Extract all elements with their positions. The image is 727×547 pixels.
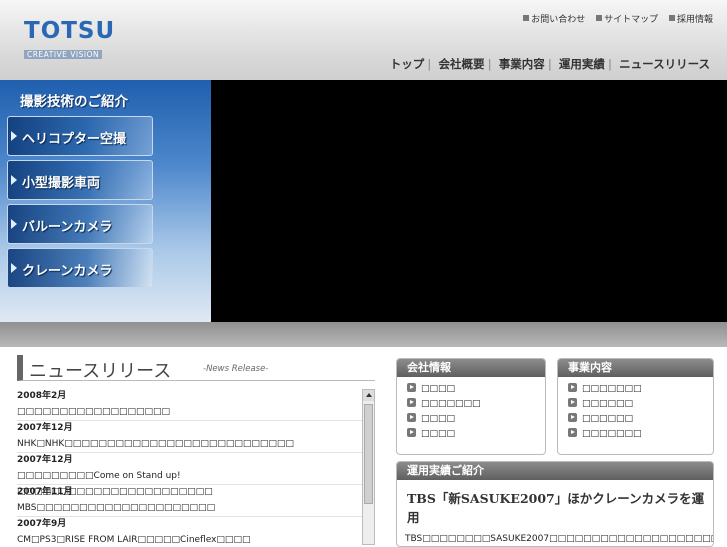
arrow-right-icon [11, 263, 17, 273]
bullet-icon [523, 15, 530, 21]
news-text[interactable]: MBS□□□□□□□□□□□□□□□□□□□□□ [17, 500, 363, 516]
site-header: TOTSU CREATIVE VISION お問い合わせ サイトマップ 採用情報… [0, 0, 727, 80]
news-item[interactable]: 2008年2月 □□□□□□□□□□□□□□□□□□ [17, 389, 363, 421]
business-title: 事業内容 [558, 359, 713, 377]
news-text[interactable]: □□□□□□□□□Come on Stand up!□□□□□□□□□□□□□□… [17, 468, 363, 497]
totsu-logo[interactable]: TOTSU CREATIVE VISION [24, 20, 115, 61]
logo-tagline: CREATIVE VISION [24, 50, 103, 59]
results-box: 運用実績ご紹介 TBS「新SASUKE2007」ほかクレーンカメラを運用 TBS… [396, 461, 714, 547]
hero-area: 撮影技術のご紹介 ヘリコプター空撮 小型撮影車両 バルーンカメラ クレーンカメラ [0, 80, 727, 322]
news-text[interactable]: NHK□NHK□□□□□□□□□□□□□□□□□□□□□□□□□□□ [17, 436, 363, 452]
arrow-right-icon [11, 175, 17, 185]
business-link[interactable]: □□□□□□□ [568, 427, 713, 442]
nav-news[interactable]: ニュースリリース [616, 57, 713, 71]
nav-results[interactable]: 運用実績 [556, 57, 608, 71]
news-text[interactable]: CM□PS3□RISE FROM LAIR□□□□□Cineflex□□□□ [17, 532, 363, 545]
util-link-sitemap[interactable]: サイトマップ [596, 15, 658, 25]
news-item[interactable]: 2007年12月 □□□□□□□□□Come on Stand up!□□□□□□… [17, 453, 363, 497]
arrow-right-icon [568, 413, 577, 422]
company-link[interactable]: □□□□ [407, 412, 545, 427]
nav-company[interactable]: 会社概要 [435, 57, 487, 71]
tech-menu-title: 撮影技術のご紹介 [20, 94, 128, 110]
util-link-recruit[interactable]: 採用情報 [668, 15, 713, 25]
news-heading: ニュースリリース -News Release- [17, 355, 375, 382]
tech-menu-panel: 撮影技術のご紹介 ヘリコプター空撮 小型撮影車両 バルーンカメラ クレーンカメラ [0, 80, 211, 322]
business-link[interactable]: □□□□□□ [568, 397, 713, 412]
global-nav: トップ | 会社概要 | 事業内容 | 運用実績 | ニュースリリース [387, 56, 713, 72]
news-date: 2007年12月 [17, 423, 73, 433]
nav-separator: | [607, 57, 613, 71]
arrow-right-icon [407, 398, 416, 407]
scroll-up-icon[interactable] [363, 390, 374, 401]
company-link[interactable]: □□□□ [407, 427, 545, 442]
company-info-title: 会社情報 [397, 359, 545, 377]
tech-button-crane-camera[interactable]: クレーンカメラ [7, 248, 153, 288]
news-list: 2008年2月 □□□□□□□□□□□□□□□□□□ 2007年12月 NHK□NH… [17, 389, 363, 545]
results-headline[interactable]: TBS「新SASUKE2007」ほかクレーンカメラを運用 [407, 488, 713, 526]
business-link[interactable]: □□□□□□ [568, 412, 713, 427]
logo-wordmark: TOTSU [24, 18, 116, 44]
scroll-thumb[interactable] [364, 404, 373, 504]
arrow-right-icon [407, 428, 416, 437]
arrow-right-icon [11, 219, 17, 229]
video-area[interactable] [211, 80, 727, 322]
arrow-right-icon [568, 428, 577, 437]
arrow-right-icon [568, 383, 577, 392]
news-item[interactable]: 2007年9月 CM□PS3□RISE FROM LAIR□□□□□Cinefle… [17, 517, 363, 545]
tech-button-helicopter[interactable]: ヘリコプター空撮 [7, 116, 153, 156]
news-scrollbar[interactable] [362, 389, 375, 545]
news-title: ニュースリリース [29, 361, 172, 382]
business-box: 事業内容 □□□□□□□ □□□□□□ □□□□□□ □□□□□□□ [557, 358, 714, 455]
company-link[interactable]: □□□□ [407, 382, 545, 397]
company-link[interactable]: □□□□□□□ [407, 397, 545, 412]
company-info-box: 会社情報 □□□□ □□□□□□□ □□□□ □□□□ [396, 358, 546, 455]
nav-top[interactable]: トップ [387, 57, 428, 71]
utility-nav: お問い合わせ サイトマップ 採用情報 [515, 12, 713, 25]
tech-button-camera-car[interactable]: 小型撮影車両 [7, 160, 153, 200]
news-text[interactable]: □□□□□□□□□□□□□□□□□□ [17, 404, 363, 420]
bullet-icon [596, 15, 603, 21]
arrow-right-icon [407, 413, 416, 422]
news-date: 2007年12月 [17, 455, 73, 465]
news-item[interactable]: 2007年12月 NHK□NHK□□□□□□□□□□□□□□□□□□□□□□□□□… [17, 421, 363, 453]
tech-button-balloon-camera[interactable]: バルーンカメラ [7, 204, 153, 244]
arrow-right-icon [568, 398, 577, 407]
divider-band [0, 322, 727, 347]
news-date: 2008年2月 [17, 391, 67, 401]
nav-separator: | [427, 57, 432, 71]
news-date: 2007年9月 [17, 519, 67, 529]
news-section: ニュースリリース -News Release- 2008年2月 □□□□□□□□□… [17, 355, 375, 545]
util-link-contact[interactable]: お問い合わせ [523, 15, 585, 25]
news-subtitle: -News Release- [203, 364, 269, 374]
nav-separator: | [487, 57, 492, 71]
bullet-icon [668, 15, 675, 21]
arrow-right-icon [407, 383, 416, 392]
nav-separator: | [547, 57, 552, 71]
nav-business[interactable]: 事業内容 [496, 57, 548, 71]
arrow-right-icon [11, 131, 17, 141]
business-link[interactable]: □□□□□□□ [568, 382, 713, 397]
results-title: 運用実績ご紹介 [397, 462, 713, 480]
